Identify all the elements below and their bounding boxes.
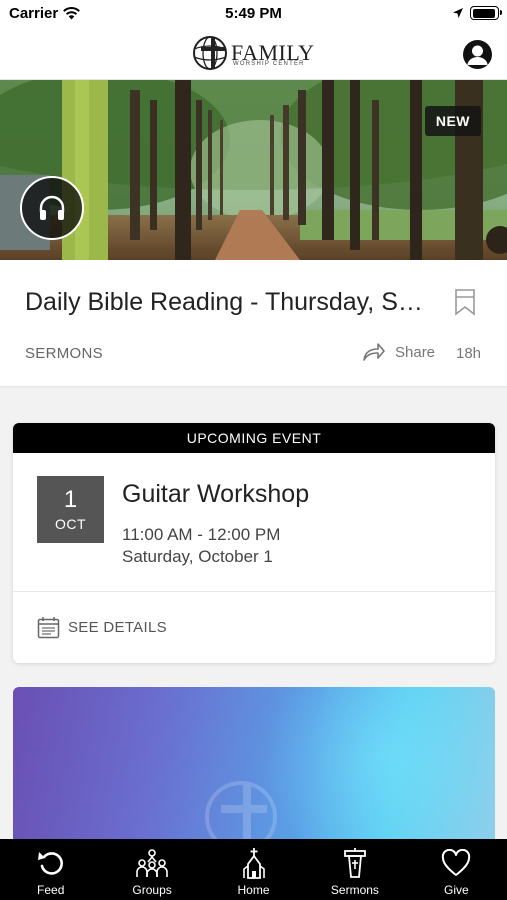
- event-date: Saturday, October 1: [122, 547, 273, 566]
- app-header: FAMILY WORSHIP CENTER: [0, 28, 507, 80]
- tab-give[interactable]: Give: [406, 839, 507, 900]
- see-details-label: SEE DETAILS: [68, 619, 167, 636]
- church-logo[interactable]: FAMILY WORSHIP CENTER: [191, 32, 321, 74]
- battery-icon: [470, 6, 502, 20]
- upcoming-event-card[interactable]: UPCOMING EVENT 1 OCT Guitar Workshop 11:…: [13, 423, 495, 663]
- event-banner: UPCOMING EVENT: [13, 423, 495, 453]
- divider: [13, 591, 495, 592]
- church-icon: [242, 848, 265, 879]
- gradient-glow: [253, 687, 495, 857]
- event-date-box: 1 OCT: [37, 476, 104, 543]
- globe-cross-icon: [193, 36, 227, 70]
- headphones-icon: [39, 195, 65, 220]
- post-title[interactable]: Daily Bible Reading - Thursday, Septembe…: [25, 288, 425, 317]
- tab-sermons[interactable]: Sermons: [304, 839, 405, 900]
- new-badge: NEW: [424, 106, 481, 136]
- event-month: OCT: [54, 516, 87, 532]
- post-age: 18h: [456, 345, 482, 362]
- refresh-icon: [37, 852, 63, 875]
- calendar-icon: [37, 617, 60, 639]
- bottom-tab-bar: Feed Groups Home Sermons Give: [0, 839, 507, 900]
- tab-feed[interactable]: Feed: [0, 839, 101, 900]
- location-arrow-icon: [453, 8, 463, 18]
- event-title[interactable]: Guitar Workshop: [122, 480, 309, 509]
- groups-icon: [136, 849, 168, 877]
- event-day: 1: [63, 486, 78, 513]
- event-time: 11:00 AM - 12:00 PM: [122, 525, 281, 544]
- tab-groups-label: Groups: [132, 883, 172, 897]
- heart-icon: [442, 849, 471, 876]
- share-label: Share: [395, 343, 436, 361]
- user-icon: [467, 45, 488, 65]
- status-bar: Carrier 5:49 PM: [0, 0, 507, 28]
- tab-give-label: Give: [443, 883, 469, 897]
- share-button[interactable]: Share: [362, 342, 435, 362]
- share-arrow-icon: [363, 343, 385, 361]
- podium-icon: [344, 848, 366, 878]
- profile-button[interactable]: [463, 40, 492, 69]
- tab-feed-label: Feed: [37, 883, 65, 897]
- clock: 5:49 PM: [225, 5, 282, 22]
- logo-subtitle: WORSHIP CENTER: [233, 61, 305, 67]
- bookmark-icon[interactable]: [454, 288, 476, 316]
- tab-home[interactable]: Home: [203, 839, 304, 900]
- promo-card[interactable]: [13, 687, 495, 857]
- tab-home-label: Home: [237, 883, 270, 897]
- tab-sermons-label: Sermons: [330, 883, 379, 897]
- play-audio-button[interactable]: [20, 176, 84, 240]
- post-category: SERMONS: [25, 345, 103, 362]
- post-hero-image[interactable]: NEW: [0, 80, 507, 260]
- sermon-post-card[interactable]: Daily Bible Reading - Thursday, Septembe…: [0, 260, 507, 386]
- tab-groups[interactable]: Groups: [101, 839, 202, 900]
- see-details-button[interactable]: SEE DETAILS: [37, 616, 167, 639]
